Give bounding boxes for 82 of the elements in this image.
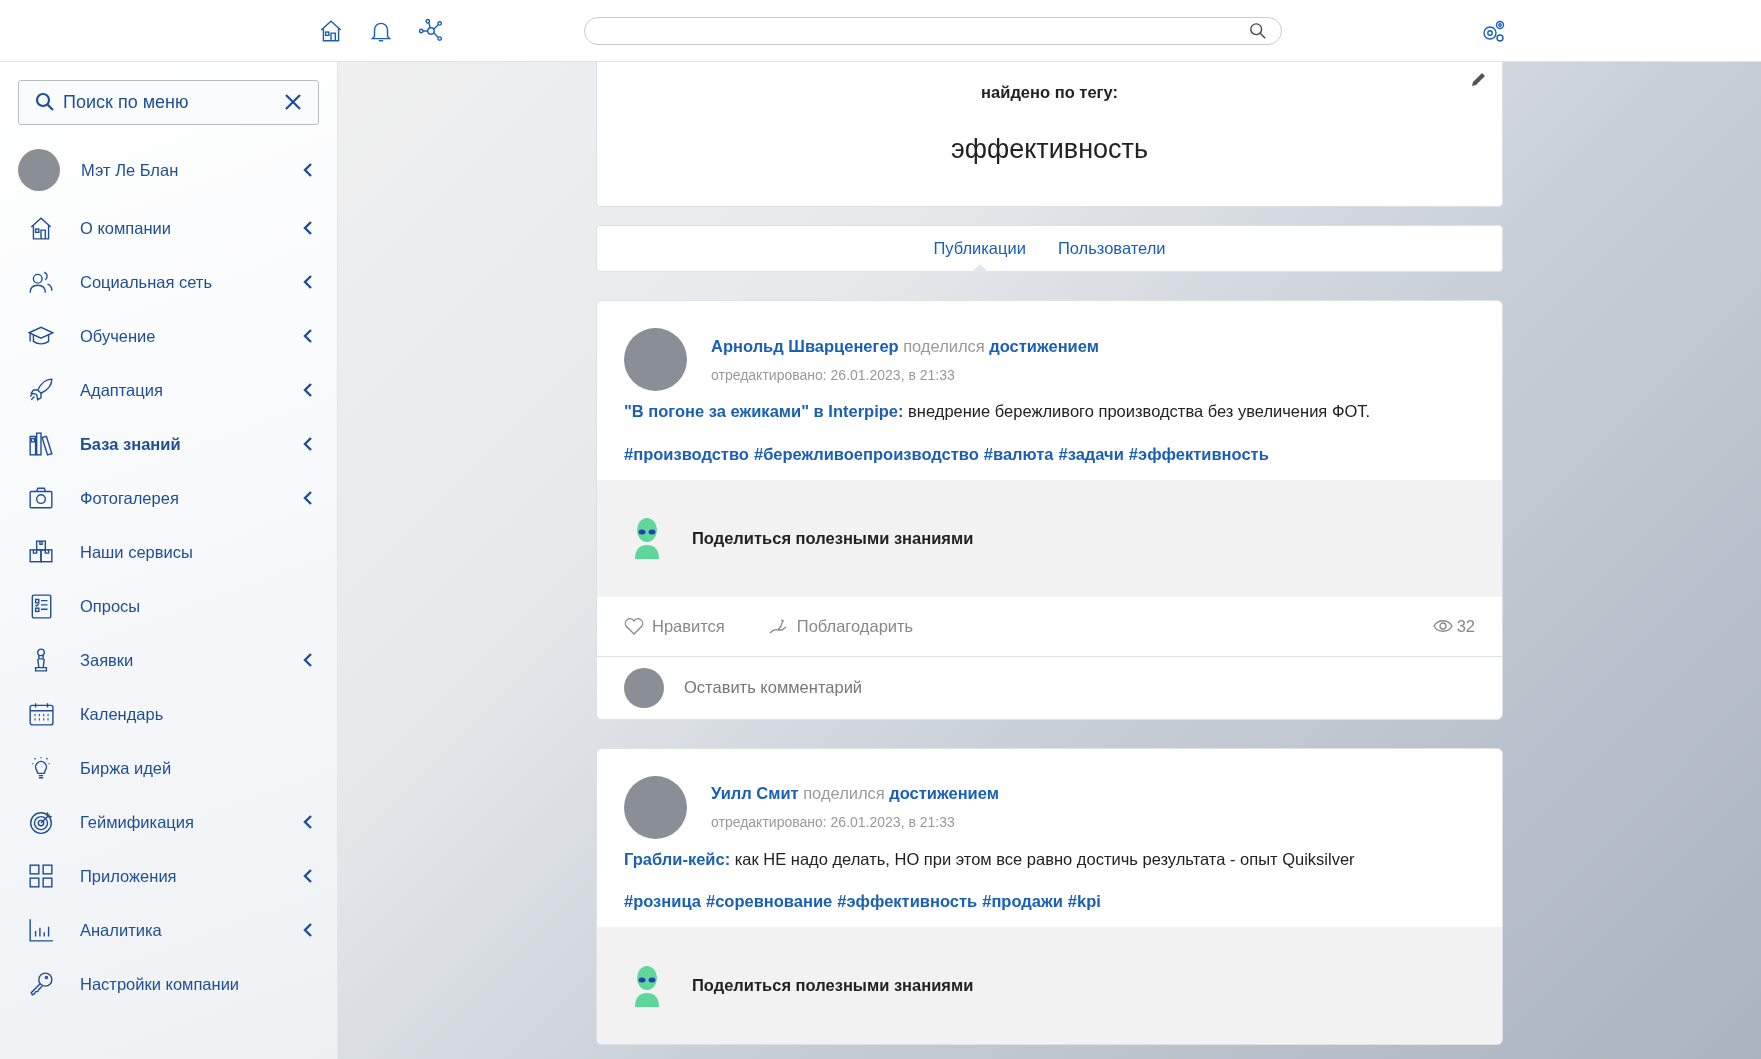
- author-link[interactable]: Уилл Смит: [711, 784, 799, 802]
- author-link[interactable]: Арнольд Шварценегер: [711, 336, 899, 355]
- target-icon: [28, 809, 54, 835]
- alien-icon: [632, 964, 662, 1007]
- post-text: как НЕ надо делать, НО при этом все равно достичь результата - опыт Quiksilver: [734, 849, 1355, 868]
- sidebar-item[interactable]: О компании: [0, 201, 337, 255]
- books-icon: [28, 431, 54, 457]
- sidebar-item[interactable]: Наши сервисы: [0, 525, 337, 579]
- close-icon[interactable]: [285, 94, 301, 110]
- chevron-icon[interactable]: [303, 815, 313, 829]
- post-title-link[interactable]: Грабли-кейс:: [624, 849, 731, 868]
- chevron-icon[interactable]: [303, 437, 313, 451]
- hashtag-link[interactable]: #задачи: [1058, 441, 1124, 467]
- key-icon: [28, 971, 54, 997]
- hashtag-link[interactable]: #эффективность: [837, 889, 978, 914]
- calendar-icon: [28, 701, 54, 727]
- achievement-link[interactable]: достижением: [989, 336, 1099, 355]
- tag-caption: найдено по тегу:: [981, 82, 1118, 103]
- sidebar-item[interactable]: Социальная сеть: [0, 255, 337, 309]
- boxes-icon: [28, 539, 54, 565]
- hashtag-link[interactable]: #розница: [624, 889, 701, 914]
- like-button[interactable]: Нравится: [624, 613, 725, 639]
- chevron-icon[interactable]: [303, 653, 313, 667]
- search-icon: [1249, 21, 1267, 40]
- sidebar-item[interactable]: Настройки компании: [0, 957, 337, 1011]
- chevron-icon[interactable]: [303, 221, 313, 235]
- sidebar-item[interactable]: Календарь: [0, 687, 337, 741]
- hashtag-link[interactable]: #производство: [624, 441, 749, 467]
- tab[interactable]: Пользователи: [1055, 225, 1168, 272]
- heart-icon: [624, 617, 644, 635]
- hashtag-link[interactable]: #соревнование: [705, 889, 833, 914]
- share-title: Поделиться полезными знаниями: [692, 527, 974, 549]
- post-text: внедрение бережливого производства без увеличения ФОТ.: [908, 402, 1371, 420]
- avatar-placeholder: [624, 667, 664, 708]
- bar-chart-icon: [28, 917, 54, 943]
- menu-search-field[interactable]: Поиск по меню: [18, 80, 319, 125]
- pencil-icon[interactable]: [1470, 70, 1488, 88]
- chevron-icon[interactable]: [303, 923, 313, 937]
- sidebar-item[interactable]: Геймификация: [0, 795, 337, 849]
- tab[interactable]: Публикации: [931, 225, 1028, 272]
- sidebar-item[interactable]: Аналитика: [0, 903, 337, 957]
- chevron-icon[interactable]: [303, 869, 313, 883]
- thank-button[interactable]: Поблагодарить: [768, 613, 914, 639]
- action-text: поделился: [903, 336, 985, 355]
- sidebar-item[interactable]: Обучение: [0, 309, 337, 363]
- network-icon[interactable]: [418, 17, 444, 44]
- chevron-icon[interactable]: [303, 275, 313, 289]
- share-title: Поделиться полезными знаниями: [692, 975, 974, 997]
- hand-icon: [768, 616, 789, 636]
- hashtag-link[interactable]: #kpi: [1067, 889, 1101, 914]
- hashtag-link[interactable]: #валюта: [983, 441, 1054, 467]
- edited-date: отредактировано: 26.01.2023, в 21:33: [711, 365, 956, 385]
- alien-icon: [632, 517, 662, 559]
- eye-icon: [1432, 619, 1453, 633]
- chevron-icon[interactable]: [303, 383, 313, 397]
- hashtag-link[interactable]: #эффективность: [1128, 441, 1269, 467]
- people-icon: [28, 269, 54, 295]
- profile-menu-item[interactable]: Мэт Ле Блан: [0, 139, 337, 201]
- chevron-icon[interactable]: [303, 163, 313, 177]
- search-icon: [35, 92, 55, 112]
- post-title-link[interactable]: "В погоне за ежиками" в Interpipe:: [624, 402, 904, 420]
- view-count: 32: [1456, 615, 1475, 637]
- sidebar-item[interactable]: Фотогалерея: [0, 471, 337, 525]
- tag-title: эффективность: [951, 132, 1148, 166]
- chevron-icon[interactable]: [303, 491, 313, 505]
- sidebar-item[interactable]: Приложения: [0, 849, 337, 903]
- achievement-link[interactable]: достижением: [889, 784, 999, 802]
- edited-date: отредактировано: 26.01.2023, в 21:33: [711, 813, 956, 832]
- sidebar-item[interactable]: Биржа идей: [0, 741, 337, 795]
- avatar-placeholder: [18, 149, 60, 191]
- hashtag-link[interactable]: #продажи: [982, 889, 1063, 914]
- sidebar-item[interactable]: Заявки: [0, 633, 337, 687]
- grid-icon: [28, 863, 54, 889]
- rocket-icon: [28, 377, 54, 403]
- action-text: поделился: [803, 784, 885, 802]
- hashtag-link[interactable]: #бережливоепроизводство: [753, 441, 979, 467]
- home-icon: [28, 215, 54, 241]
- sidebar-item[interactable]: Адаптация: [0, 363, 337, 417]
- chevron-icon[interactable]: [303, 329, 313, 343]
- sidebar-item[interactable]: Опросы: [0, 579, 337, 633]
- camera-icon: [28, 485, 54, 511]
- sidebar-item[interactable]: База знаний: [0, 417, 337, 471]
